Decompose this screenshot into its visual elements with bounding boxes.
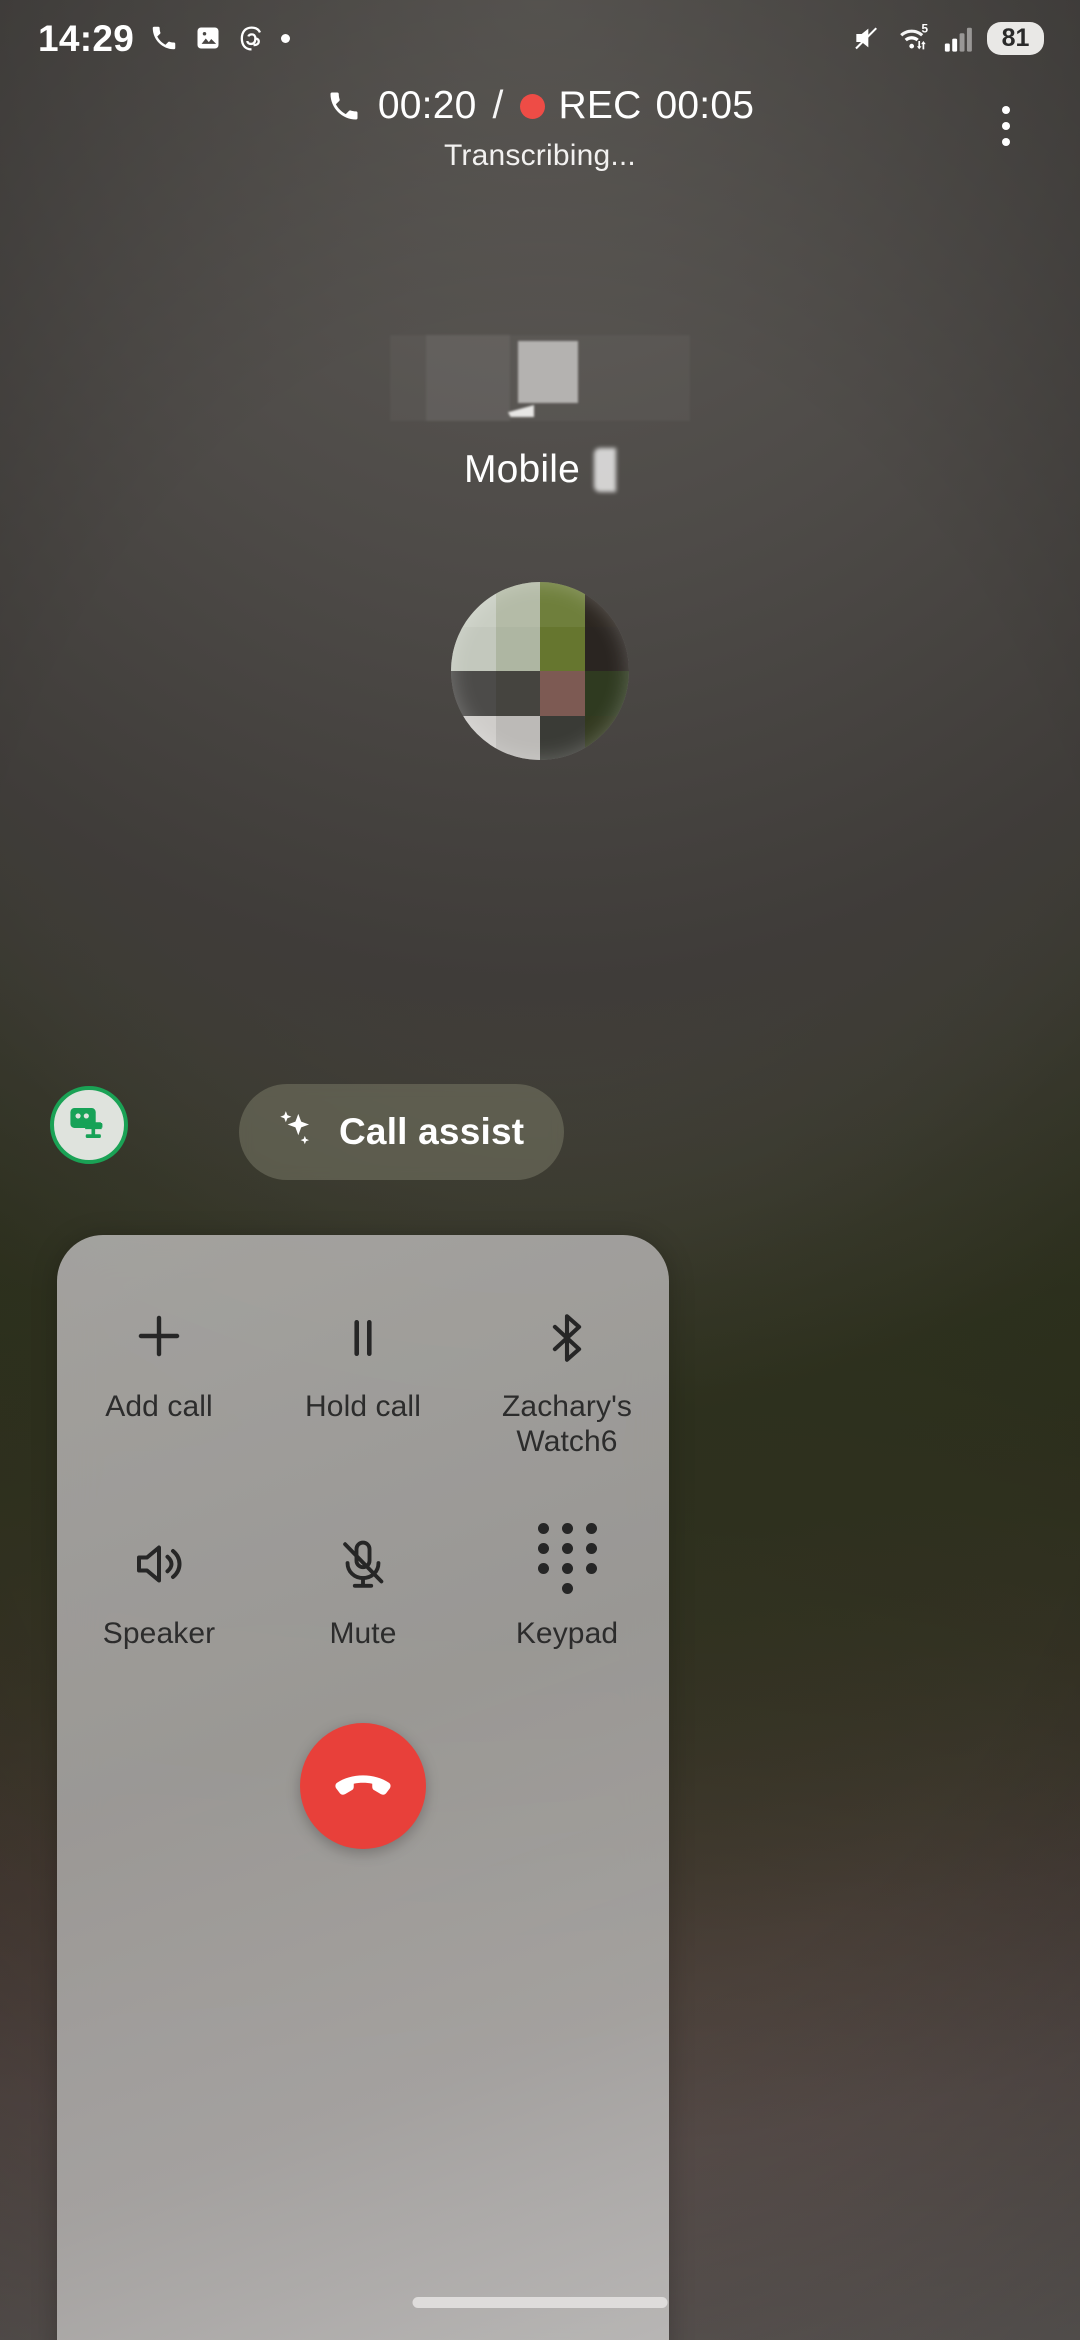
call-active-phone-icon <box>326 88 362 124</box>
plus-icon <box>128 1293 190 1367</box>
speaker-label: Speaker <box>102 1616 216 1650</box>
call-timer-row: 00:20 / REC 00:05 <box>0 82 1080 131</box>
end-call-icon <box>326 1747 400 1826</box>
call-controls-panel: Add call Hold call Zachary's Watch6 Spea… <box>57 1235 669 2340</box>
contact-number-redacted <box>594 448 617 492</box>
keypad-label: Keypad <box>515 1616 619 1650</box>
hold-call-button[interactable]: Hold call <box>261 1279 465 1460</box>
mute-label: Mute <box>329 1616 397 1650</box>
overflow-menu-button[interactable] <box>976 88 1036 164</box>
speaker-button[interactable]: Speaker <box>57 1506 261 1651</box>
timer-separator: / <box>492 84 504 127</box>
kebab-dot-1 <box>1002 106 1010 114</box>
volume-off-icon <box>851 22 883 54</box>
call-duration: 00:20 <box>377 84 477 127</box>
contact-name-redacted <box>390 335 690 421</box>
recording-duration: 00:05 <box>655 84 755 127</box>
mic-off-icon <box>334 1520 392 1594</box>
recording-label: REC <box>558 84 642 127</box>
battery-indicator: 81 <box>987 21 1044 55</box>
phone-screen: 14:29 5 81 00:20 / REC 00:05 Transcribin… <box>0 0 1080 2340</box>
bluetooth-device-button[interactable]: Zachary's Watch6 <box>465 1279 669 1460</box>
contact-line-type: Mobile <box>463 448 581 491</box>
add-call-button[interactable]: Add call <box>57 1279 261 1460</box>
dot-icon <box>281 33 291 43</box>
sparkle-icon <box>273 1105 319 1160</box>
record-dot-icon <box>519 93 545 119</box>
recording-indicator: REC 00:05 <box>519 82 755 131</box>
live-transcribe-button[interactable] <box>50 1086 128 1164</box>
keypad-button[interactable]: Keypad <box>465 1506 669 1651</box>
signal-bars-icon <box>943 23 974 53</box>
threads-icon <box>237 24 266 53</box>
photo-icon <box>194 24 222 52</box>
status-bar-left: 14:29 <box>38 17 291 59</box>
call-controls-grid: Add call Hold call Zachary's Watch6 Spea… <box>57 1279 669 1651</box>
call-assist-label: Call assist <box>339 1111 525 1152</box>
mute-button[interactable]: Mute <box>261 1506 465 1651</box>
contact-name-row <box>0 330 1080 426</box>
hold-call-label: Hold call <box>305 1390 421 1423</box>
bluetooth-icon <box>538 1293 596 1367</box>
bluetooth-device-label: Zachary's Watch6 <box>502 1390 632 1459</box>
transcribing-status: Transcribing... <box>444 138 636 172</box>
add-call-label: Add call <box>105 1390 213 1423</box>
svg-text:5: 5 <box>922 22 929 35</box>
volume-up-icon <box>129 1520 189 1594</box>
keypad-icon <box>537 1520 597 1594</box>
status-bar: 14:29 5 81 <box>0 0 1080 76</box>
avatar <box>451 582 629 760</box>
end-call-row <box>57 1723 669 1850</box>
assist-row: Call assist <box>0 1084 1080 1186</box>
call-assist-button[interactable]: Call assist <box>239 1084 565 1180</box>
status-bar-right: 5 81 <box>851 21 1044 55</box>
call-header: 00:20 / REC 00:05 Transcribing... <box>0 82 1080 173</box>
navigation-pill[interactable] <box>412 2297 668 2308</box>
live-transcribe-icon <box>66 1100 112 1151</box>
wifi-5-icon: 5 <box>896 22 930 54</box>
contact-number-row: Mobile <box>0 448 1080 492</box>
phone-icon <box>149 23 179 53</box>
kebab-dot-3 <box>1002 138 1010 146</box>
kebab-dot-2 <box>1002 122 1010 130</box>
contact-info: Mobile <box>0 330 1080 492</box>
pause-icon <box>334 1293 392 1367</box>
avatar-ring <box>451 582 629 760</box>
status-clock: 14:29 <box>38 17 135 59</box>
end-call-button[interactable] <box>300 1723 426 1850</box>
